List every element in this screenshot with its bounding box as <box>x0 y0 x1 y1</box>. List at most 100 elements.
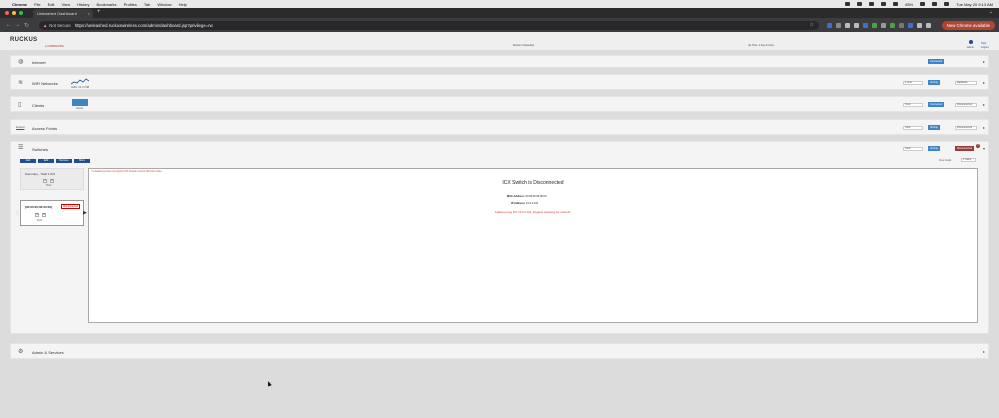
battery-icon[interactable] <box>920 2 926 6</box>
security-chip[interactable]: Not Secure <box>49 23 71 28</box>
new-chrome-available-button[interactable]: New Chrome available <box>941 20 995 30</box>
device-pointer-arrow-icon: ▶ <box>83 210 87 216</box>
extension-icon[interactable] <box>926 22 931 28</box>
device-box: 0 <box>35 213 39 217</box>
extension-icon[interactable] <box>872 22 877 28</box>
status-icon[interactable] <box>857 2 863 6</box>
extension-icon[interactable] <box>836 22 841 28</box>
url-text[interactable]: https://unleashed.ruckuswireless.com/adm… <box>75 23 213 28</box>
menu-window[interactable]: Window <box>157 2 171 7</box>
menu-help[interactable]: Help <box>179 2 187 7</box>
remove-switch-button[interactable]: Remove <box>56 159 72 163</box>
ap-dropdown[interactable]: Disconnected <box>955 126 977 130</box>
ruckus-logo: RUCKUS <box>10 37 38 43</box>
menu-file[interactable]: File <box>34 2 40 7</box>
bookmark-star-icon[interactable]: ☆ <box>810 22 814 28</box>
menu-chrome[interactable]: Chrome <box>12 2 27 7</box>
app-header: RUCKUS a COMMSCOPE Ruckus Unleashed Up T… <box>0 32 999 50</box>
user-label[interactable]: admin <box>967 46 974 49</box>
switches-disconnected-button[interactable]: Disconnected <box>955 146 975 151</box>
extension-icon[interactable] <box>863 22 868 28</box>
macos-menubar: Chrome File Edit View History Bookmarks … <box>0 0 999 8</box>
menu-tab[interactable]: Tab <box>144 2 150 7</box>
device-drag-handle-icon[interactable]: ⋮ <box>15 210 19 215</box>
extension-icon[interactable] <box>881 22 886 28</box>
user-icon[interactable] <box>969 40 973 44</box>
reload-icon[interactable]: ↻ <box>22 22 31 29</box>
clients-connected-button[interactable]: Connected <box>928 102 945 107</box>
ping-error-message: Failed to ping ICX 10.0.0.110. Suggest c… <box>495 210 571 214</box>
switch-device-card[interactable]: [00:00:00:00:00:00] Disconnected 0 0 Por… <box>20 200 84 226</box>
new-tab-icon[interactable]: + <box>97 9 101 15</box>
switch-summary-card[interactable]: Summary - Total 1 ICX 1 0 Ports <box>20 168 84 190</box>
more-switch-button[interactable]: More <box>74 159 90 163</box>
expand-arrow-icon[interactable]: ▸ <box>983 59 985 64</box>
status-area: 85% Tue May 20 9:13 AM <box>845 2 993 7</box>
clients-period-select[interactable]: Total <box>903 103 923 107</box>
status-icon[interactable] <box>881 2 887 6</box>
extension-icon[interactable] <box>890 22 895 28</box>
expand-link[interactable]: Expand <box>16 126 24 129</box>
menu-view[interactable]: View <box>61 2 70 7</box>
status-icon[interactable] <box>845 2 851 6</box>
menu-bookmarks[interactable]: Bookmarks <box>97 2 117 7</box>
gear-icon: ⚙ <box>18 349 24 355</box>
clients-row[interactable]: ▯ Clients clients Total Connected Discon… <box>10 96 989 112</box>
close-window-icon[interactable] <box>5 11 9 15</box>
internet-status-button[interactable]: Connected <box>928 59 945 64</box>
wifi-dropdown[interactable]: Database <box>955 81 977 85</box>
switches-period-select[interactable]: Total <box>903 147 923 151</box>
wifi-icon[interactable] <box>893 2 899 6</box>
wifi-period-select[interactable]: 1 hour <box>903 81 923 85</box>
extension-icon[interactable] <box>827 22 832 28</box>
close-tab-icon[interactable]: × <box>88 11 90 16</box>
forward-icon[interactable]: → <box>13 22 22 28</box>
extension-icon[interactable] <box>854 22 859 28</box>
search-icon[interactable] <box>932 2 938 6</box>
status-icon[interactable] <box>869 2 875 6</box>
browser-tab[interactable]: Unleashed Dashboard × <box>33 9 93 18</box>
minimize-window-icon[interactable] <box>12 11 16 15</box>
tab-search-icon[interactable]: ⌄ <box>989 9 993 15</box>
help-logout-links[interactable]: Help Logout <box>981 42 989 49</box>
switches-sort-button[interactable]: Sorting <box>928 146 940 151</box>
expand-arrow-icon[interactable]: ▸ <box>983 80 985 85</box>
extension-icon[interactable] <box>845 22 850 28</box>
warning-icon[interactable]: ▲ <box>43 23 47 28</box>
firmware-warning: * Unleashed version not support ICX firm… <box>91 171 162 173</box>
collapse-arrow-icon[interactable]: ▾ <box>983 146 985 151</box>
wifi-row[interactable]: ≋ WiFi Networks traffic: 24.72 MB 1 hour… <box>10 74 989 90</box>
summary-box: 1 <box>43 179 47 183</box>
maximize-window-icon[interactable] <box>19 11 23 15</box>
menu-history[interactable]: History <box>77 2 89 7</box>
internet-row[interactable]: ◍ Internet Connected ▸ <box>10 55 989 68</box>
menu-edit[interactable]: Edit <box>48 2 55 7</box>
access-points-row[interactable]: Expand Access Points Total Sorting Disco… <box>10 119 989 135</box>
clock[interactable]: Tue May 20 9:13 AM <box>956 2 993 7</box>
expand-arrow-icon[interactable]: ▸ <box>983 349 985 354</box>
extension-icon[interactable] <box>899 22 904 28</box>
view-mode-select[interactable]: 1 Value <box>961 158 976 162</box>
menu-profiles[interactable]: Profiles <box>124 2 137 7</box>
clients-dropdown[interactable]: Disconnected <box>955 103 977 107</box>
wifi-sort-button[interactable]: Sorting <box>928 80 940 85</box>
edit-switch-button[interactable]: Edit <box>38 159 54 163</box>
ap-period-select[interactable]: Total <box>903 126 923 130</box>
add-switch-button[interactable]: Add <box>20 159 36 163</box>
ap-sort-button[interactable]: Sorting <box>928 125 940 130</box>
address-bar[interactable]: ▲ Not Secure https://unleashed.ruckuswir… <box>39 20 819 30</box>
clients-title: Clients <box>32 103 45 108</box>
expand-arrow-icon[interactable]: ▸ <box>983 125 985 130</box>
back-icon[interactable]: ← <box>4 22 13 28</box>
extensions-area <box>827 22 931 28</box>
switches-panel: ☰ Switches Total Sorting Disconnected 1 … <box>10 141 989 334</box>
expand-arrow-icon[interactable]: ▸ <box>983 102 985 107</box>
extension-icon[interactable] <box>917 22 922 28</box>
clients-bar-label: clients <box>76 107 84 110</box>
summary-title: Summary - Total 1 ICX <box>25 172 56 176</box>
control-center-icon[interactable] <box>944 2 950 6</box>
admin-services-row[interactable]: ⚙ Admin & Services ▸ <box>10 343 989 359</box>
extension-icon[interactable] <box>908 22 913 28</box>
ip-address-label: IP Address: <box>511 202 526 205</box>
switch-actions: Add Edit Remove More <box>20 159 90 163</box>
